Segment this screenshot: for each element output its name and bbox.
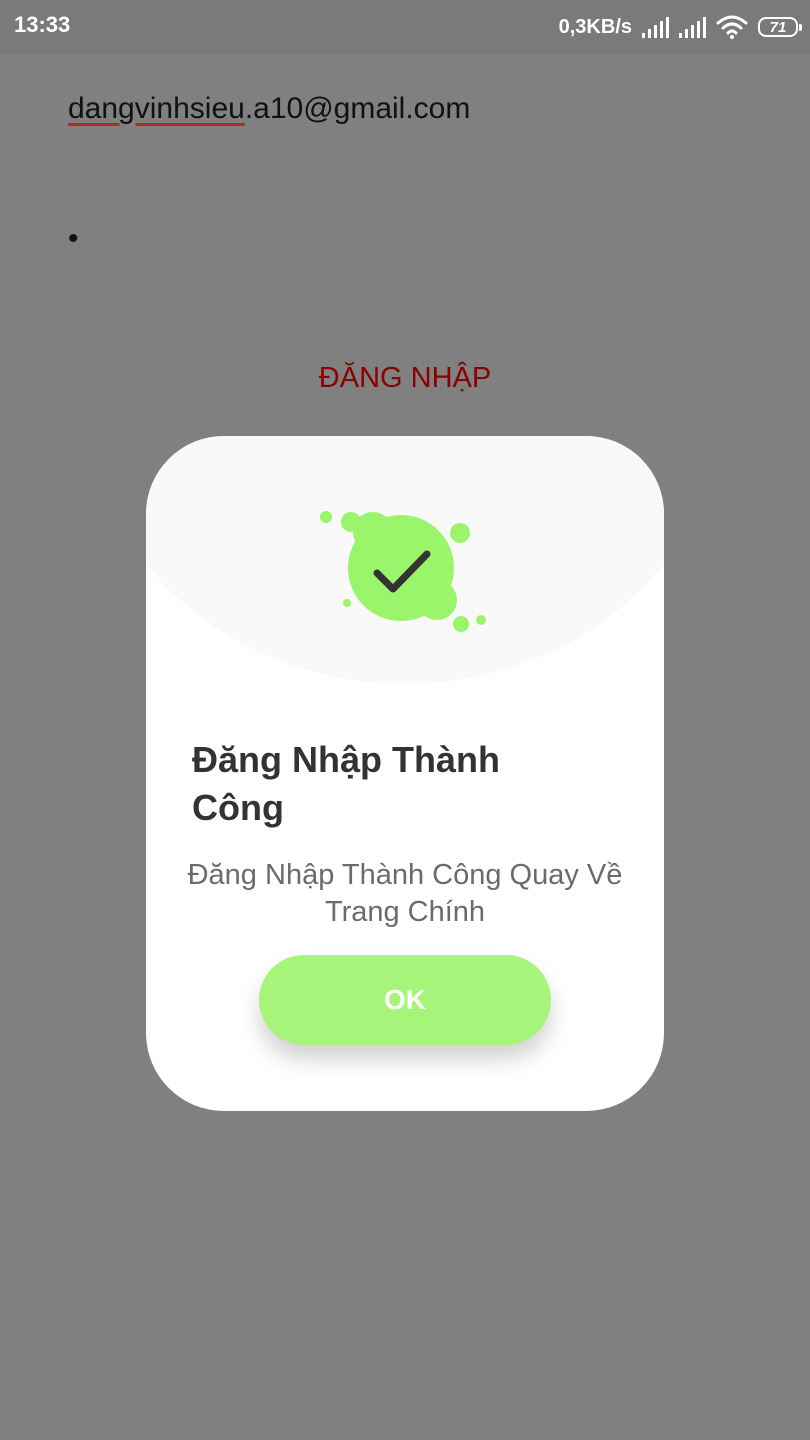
battery-icon: 71: [758, 17, 802, 37]
status-indicators: 0,3KB/s 71: [558, 12, 802, 42]
wifi-icon: [716, 15, 748, 39]
success-dialog: Đăng Nhập Thành Công Đăng Nhập Thành Côn…: [146, 436, 664, 1111]
email-field[interactable]: dangvinhsieu.a10@gmail.com: [68, 92, 470, 126]
login-button[interactable]: ĐĂNG NHẬP: [0, 362, 810, 395]
dialog-title: Đăng Nhập Thành Công: [192, 739, 500, 828]
network-speed: 0,3KB/s: [558, 15, 632, 38]
signal-icon-2: [679, 16, 706, 38]
status-time: 13:33: [14, 12, 71, 37]
status-bar: 13:33 0,3KB/s 71: [0, 0, 810, 54]
ok-button[interactable]: OK: [259, 955, 551, 1045]
success-check-icon: [320, 511, 486, 632]
dialog-message: Đăng Nhập Thành Công Quay Về Trang Chính: [187, 859, 623, 928]
email-misspelled-part: dangvinhsieu: [68, 92, 245, 125]
password-field[interactable]: •: [68, 222, 79, 256]
signal-icon: [642, 16, 669, 38]
email-rest: .a10@gmail.com: [244, 92, 471, 125]
